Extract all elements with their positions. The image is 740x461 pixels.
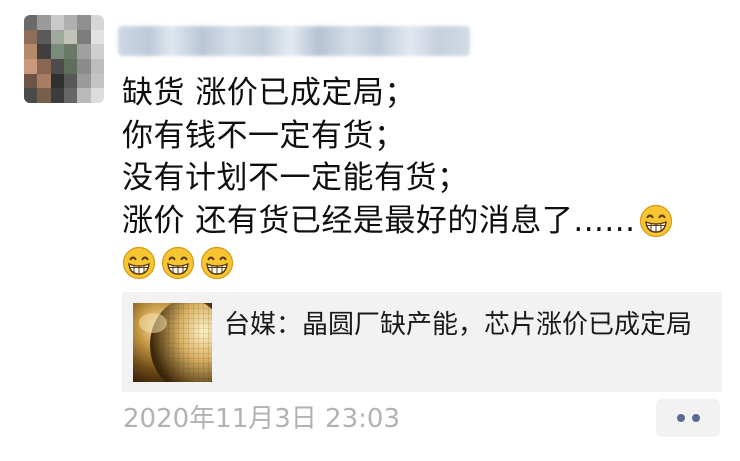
avatar-pixel bbox=[77, 73, 91, 89]
avatar-pixel bbox=[77, 59, 91, 74]
avatar-pixel bbox=[37, 88, 51, 103]
avatar-pixel bbox=[90, 29, 104, 45]
post-text-line: 没有计划不一定能有货； bbox=[122, 160, 469, 196]
avatar-pixel bbox=[24, 44, 38, 59]
avatar-pixel bbox=[77, 88, 91, 103]
more-dots-icon bbox=[676, 414, 685, 422]
avatar-pixel bbox=[50, 44, 64, 59]
avatar-pixel bbox=[24, 59, 38, 74]
avatar-pixel bbox=[77, 44, 91, 59]
avatar-pixel bbox=[37, 15, 51, 30]
avatar-pixel bbox=[50, 15, 64, 30]
avatar-pixel bbox=[37, 44, 51, 59]
shared-link-card[interactable]: 台媒：晶圆厂缺产能，芯片涨价已成定局 bbox=[122, 292, 722, 392]
grinning-face-icon bbox=[640, 204, 673, 237]
avatar-pixel bbox=[24, 29, 38, 45]
post-text-line: 缺货 涨价已成定局； bbox=[122, 75, 416, 111]
author-name-blurred[interactable] bbox=[118, 26, 470, 56]
avatar-pixel bbox=[90, 59, 104, 74]
avatar-pixel bbox=[90, 88, 104, 103]
grinning-face-icon bbox=[122, 246, 156, 280]
avatar-pixel bbox=[50, 73, 64, 89]
emoji-slot-inline bbox=[635, 203, 678, 239]
avatar-pixel bbox=[50, 59, 64, 74]
link-thumbnail bbox=[133, 303, 212, 382]
avatar-pixel bbox=[63, 88, 78, 103]
avatar-pixel bbox=[24, 88, 38, 103]
avatar-pixel bbox=[37, 73, 51, 89]
avatar-pixel bbox=[37, 59, 51, 74]
avatar-pixel bbox=[63, 29, 78, 45]
grinning-face-icon bbox=[200, 246, 234, 280]
avatar-pixel bbox=[24, 15, 38, 30]
avatar-pixel bbox=[50, 88, 64, 103]
more-dots-icon bbox=[691, 414, 700, 422]
post-text: 缺货 涨价已成定局； 你有钱不一定有货； 没有计划不一定能有货； 涨价 还有货已… bbox=[122, 72, 722, 285]
avatar-pixel bbox=[37, 29, 51, 45]
link-title: 台媒：晶圆厂缺产能，芯片涨价已成定局 bbox=[224, 310, 693, 340]
avatar-pixel bbox=[50, 29, 64, 45]
avatar-pixel bbox=[90, 73, 104, 89]
avatar-pixel bbox=[24, 73, 38, 89]
avatar-pixel bbox=[90, 15, 104, 30]
more-button[interactable] bbox=[656, 399, 720, 437]
avatar-pixel bbox=[90, 44, 104, 59]
avatar[interactable] bbox=[24, 15, 104, 103]
avatar-pixel bbox=[63, 59, 78, 74]
post-timestamp: 2020年11月3日 23:03 bbox=[123, 404, 400, 434]
post-text-line: 你有钱不一定有货； bbox=[122, 117, 406, 154]
avatar-pixel bbox=[63, 44, 78, 59]
grinning-face-icon bbox=[161, 246, 195, 280]
wafer-thumbnail bbox=[133, 303, 212, 382]
avatar-pixel bbox=[63, 15, 78, 30]
avatar-pixel bbox=[77, 15, 91, 30]
post-text-line-with-emoji: 涨价 还有货已经是最好的消息了...... bbox=[122, 200, 722, 243]
moments-post: 缺货 涨价已成定局； 你有钱不一定有货； 没有计划不一定能有货； 涨价 还有货已… bbox=[0, 0, 740, 461]
avatar-pixel bbox=[77, 29, 91, 45]
post-text-line: 涨价 还有货已经是最好的消息了...... bbox=[122, 202, 636, 239]
emoji-row bbox=[122, 242, 722, 285]
avatar-pixel bbox=[63, 73, 78, 89]
